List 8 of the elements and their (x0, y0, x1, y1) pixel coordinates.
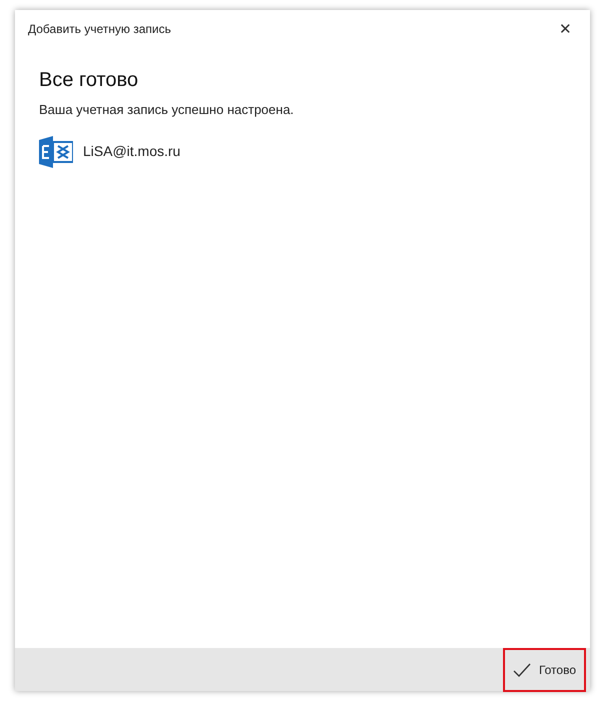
done-button[interactable]: Готово (502, 648, 586, 692)
checkmark-icon (512, 662, 531, 676)
window-title: Добавить учетную запись (28, 21, 171, 38)
heading: Все готово (39, 68, 140, 92)
status-message: Ваша учетная запись успешно настроена. (39, 101, 295, 119)
close-button[interactable]: ✕ (553, 22, 578, 36)
mail-server-icon (39, 136, 73, 168)
account-email: LiSA@it.mos.ru (83, 142, 180, 161)
